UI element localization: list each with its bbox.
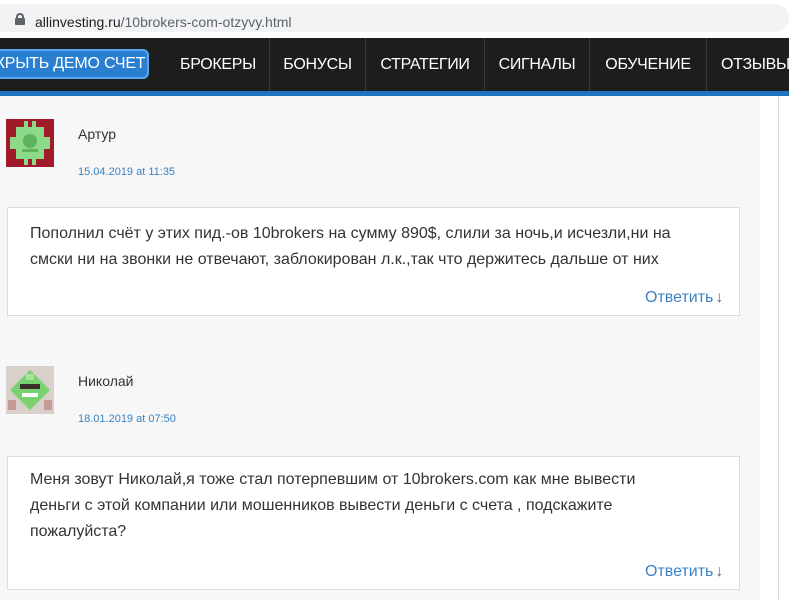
reply-label: Ответить: [645, 563, 714, 580]
comment-text: Меня зовут Николай,я тоже стал потерпевш…: [30, 467, 635, 545]
nav-item-signals[interactable]: СИГНАЛЫ: [485, 38, 589, 91]
main-navigation: КРЫТЬ ДЕМО СЧЕТ БРОКЕРЫ БОНУСЫ СТРАТЕГИИ…: [0, 38, 789, 91]
comment-date[interactable]: 15.04.2019 at 11:35: [78, 166, 175, 178]
nav-item-bonuses[interactable]: БОНУСЫ: [270, 38, 365, 91]
comment-text: Пополнил счёт у этих пид.-ов 10brokers н…: [30, 221, 671, 273]
down-arrow-icon: ↓: [715, 563, 724, 580]
comment-author[interactable]: Артур: [78, 126, 116, 142]
lock-icon[interactable]: [15, 13, 25, 25]
comment-text-line: смски ни на звонки не отвечают, заблокир…: [30, 251, 659, 268]
nav-item-brokers[interactable]: БРОКЕРЫ: [166, 38, 270, 91]
reply-label: Ответить: [645, 289, 714, 306]
comment-body: Пополнил счёт у этих пид.-ов 10brokers н…: [7, 207, 740, 316]
url-path: /10brokers-com-otzyvy.html: [120, 14, 292, 30]
comment-date[interactable]: 18.01.2019 at 07:50: [78, 413, 176, 425]
url-domain: allinvesting.ru: [35, 14, 121, 30]
browser-address-bar: allinvesting.ru/10brokers-com-otzyvy.htm…: [0, 0, 789, 36]
nav-item-strategies[interactable]: СТРАТЕГИИ: [366, 38, 484, 91]
identicon-avatar: [6, 366, 54, 414]
nav-item-reviews[interactable]: ОТЗЫВЫ: [707, 38, 789, 91]
comment-text-line: Меня зовут Николай,я тоже стал потерпевш…: [30, 471, 636, 488]
comment-text-line: Пополнил счёт у этих пид.-ов 10brokers н…: [30, 225, 671, 242]
url-field[interactable]: allinvesting.ru/10brokers-com-otzyvy.htm…: [0, 4, 789, 32]
url-text[interactable]: allinvesting.ru/10brokers-com-otzyvy.htm…: [35, 14, 292, 30]
comment-author[interactable]: Николай: [78, 373, 133, 389]
comment-text-line: пожалуйста?: [30, 523, 127, 540]
sidebar-divider: [778, 96, 779, 600]
nav-item-education[interactable]: ОБУЧЕНИЕ: [590, 38, 706, 91]
identicon-avatar: [6, 119, 54, 167]
open-demo-account-button[interactable]: КРЫТЬ ДЕМО СЧЕТ: [0, 49, 149, 79]
comment-text-line: деньги с этой компании или мошенников вы…: [30, 497, 613, 514]
reply-button[interactable]: Ответить ↓: [645, 563, 723, 581]
comment-body: Меня зовут Николай,я тоже стал потерпевш…: [7, 456, 740, 590]
reply-button[interactable]: Ответить ↓: [645, 289, 723, 307]
sidebar-edge: [760, 96, 789, 600]
down-arrow-icon: ↓: [715, 289, 724, 306]
